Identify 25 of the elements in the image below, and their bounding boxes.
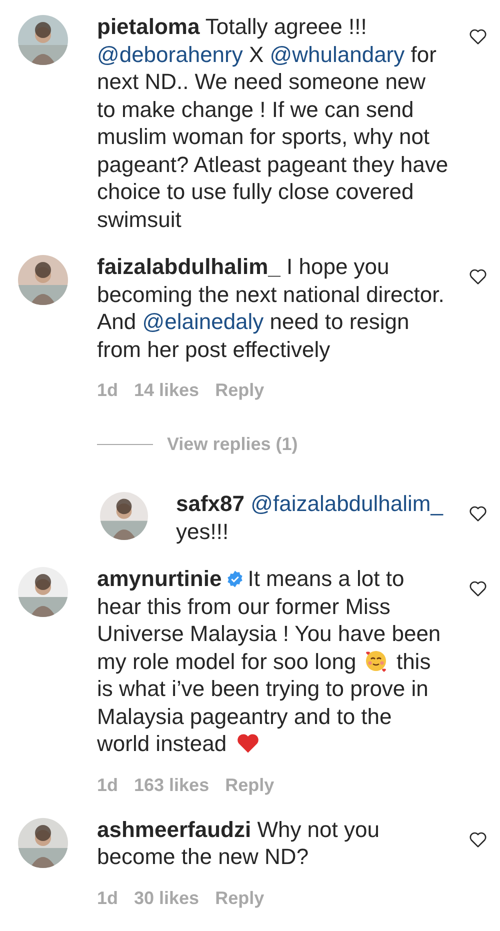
view-replies-button[interactable]: View replies (1) [167, 431, 298, 458]
like-heart-icon[interactable] [468, 504, 488, 524]
likes-count[interactable]: 14 likes [134, 379, 200, 401]
mention-link[interactable]: @faizalabdulhalim_ [250, 491, 443, 516]
like-heart-icon[interactable] [468, 830, 488, 850]
mention-link[interactable]: @elainedaly [142, 309, 264, 334]
mention-link[interactable]: @deborahenry [97, 42, 243, 66]
comment-time: 1d [97, 774, 118, 796]
reply-button[interactable]: Reply [215, 886, 264, 908]
comment-text: ashmeerfaudzi Why not you become the new ND? [97, 816, 380, 870]
comment-time: 1d [97, 886, 118, 908]
reply-button[interactable]: Reply [215, 379, 264, 401]
comment-text: amynurtinie It means a lot to hear this from our former Miss Universe Malaysia ! You have been my role model for soo long this is what i’ve been trying to prove in Malaysia pageantry and to the world instead [97, 565, 442, 758]
like-heart-icon[interactable] [468, 27, 488, 47]
comment-text: faizalabdulhalim_ I hope you becoming the next national director. And @elainedaly need to resign from her post effectively [97, 253, 446, 363]
reply-button[interactable]: Reply [225, 774, 274, 796]
smiling-face-hearts-icon [364, 648, 388, 672]
like-heart-icon[interactable] [468, 267, 488, 287]
comment-text: safx87 @faizalabdulhalim_ yes!!! [176, 490, 444, 545]
likes-count[interactable]: 30 likes [134, 886, 200, 908]
comment-text: pietaloma Totally agreee !!! @deborahenry X @whulandary for next ND.. We need someone new to make change ! If we can send muslim woman for sports, why not pageant? Atleast pageant they have choice to use fully close covered swimsuit [97, 13, 449, 233]
mention-link[interactable]: @whulandary [270, 42, 405, 66]
comment-time: 1d [97, 379, 118, 401]
like-heart-icon[interactable] [468, 579, 488, 599]
likes-count[interactable]: 163 likes [134, 774, 210, 796]
